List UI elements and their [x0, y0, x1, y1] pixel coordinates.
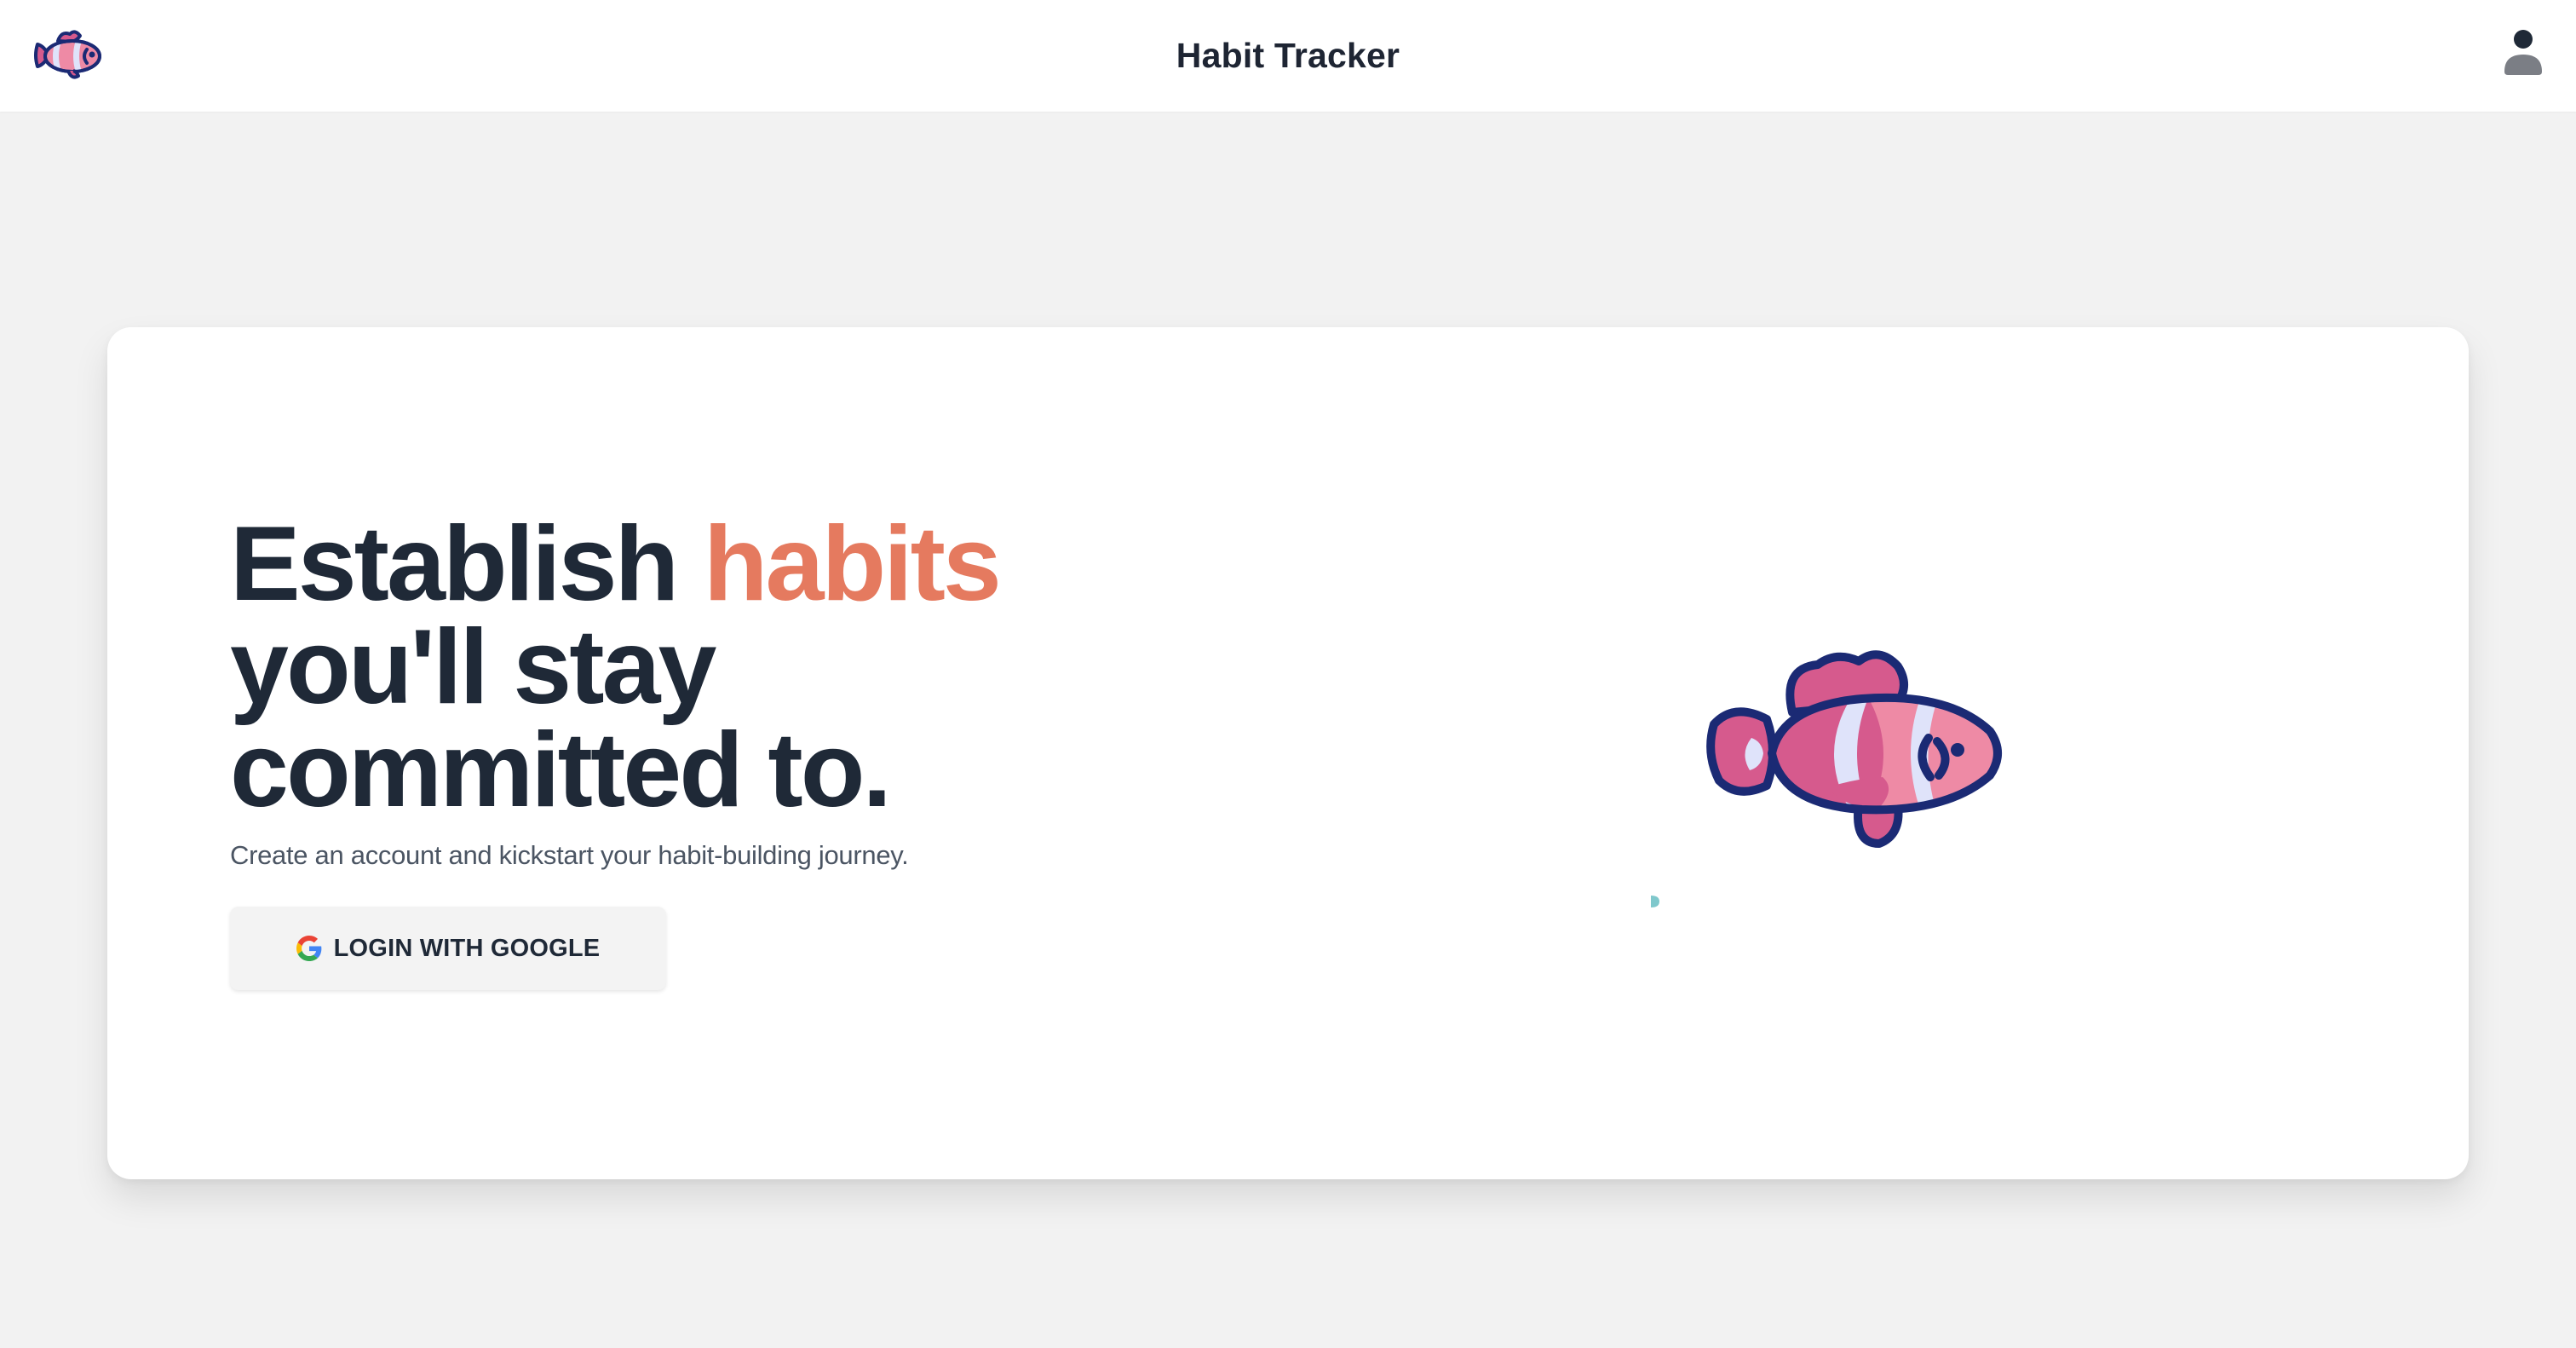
clownfish-illustration [1706, 650, 2002, 848]
user-account-icon [2504, 30, 2542, 75]
login-button-label: LOGIN WITH GOOGLE [333, 934, 601, 962]
hero-card: Establish habits you'll stay committed to.… [107, 327, 2469, 1179]
top-navigation-bar: Habit Tracker [0, 0, 2576, 112]
hero-heading: Establish habits you'll stay committed to. [230, 511, 1167, 823]
heading-part-2: you'll stay [230, 608, 716, 726]
bubble-icon [1651, 896, 1659, 907]
user-account-button[interactable] [2496, 22, 2550, 85]
heading-part-1: Establish [230, 505, 679, 623]
hero-subtitle: Create an account and kickstart your hab… [230, 840, 909, 870]
heading-accent-word: habits [703, 505, 1002, 623]
heading-part-3: committed to. [230, 711, 892, 829]
login-with-google-button[interactable]: LOGIN WITH GOOGLE [230, 907, 666, 990]
app-title: Habit Tracker [1176, 36, 1400, 75]
google-g-icon [296, 936, 322, 961]
